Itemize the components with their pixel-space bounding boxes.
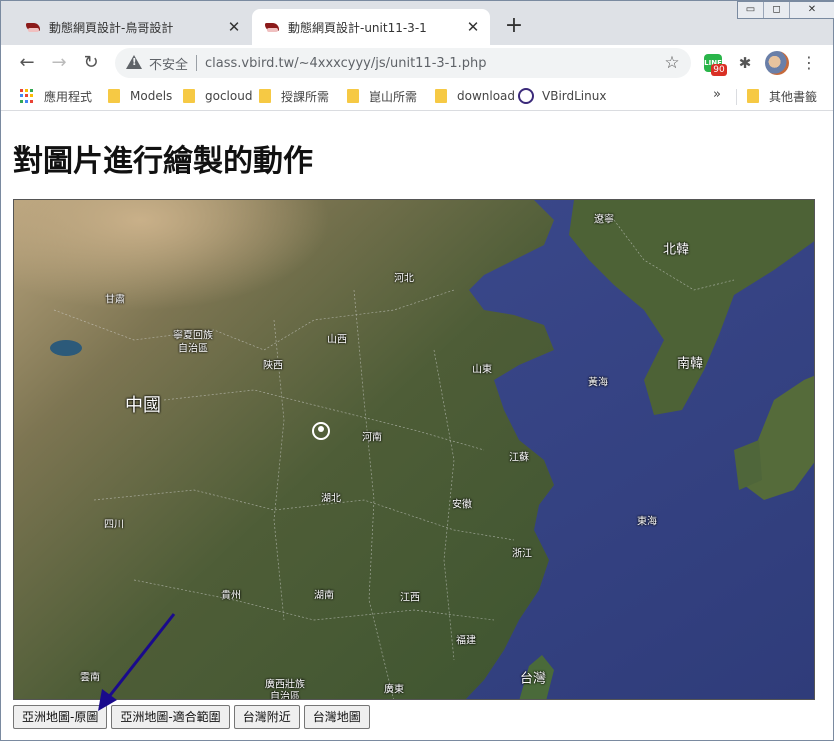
map-label-china: 中國 bbox=[125, 395, 161, 416]
map-label-hubei: 湖北 bbox=[321, 493, 341, 505]
map-label-shandong: 山東 bbox=[472, 364, 492, 376]
browser-toolbar: ← → ↻ 不安全 class.vbird.tw/~4xxxcyyy/js/un… bbox=[1, 45, 833, 81]
bookmark-download[interactable]: download bbox=[435, 87, 515, 105]
tab-birdbro-design[interactable]: 動態網頁設計-鳥哥設計 ✕ bbox=[13, 9, 251, 45]
apps-icon bbox=[20, 89, 34, 103]
restore-icon[interactable]: ◻ bbox=[764, 2, 790, 18]
bookmark-gocloud[interactable]: gocloud bbox=[183, 87, 252, 105]
folder-icon bbox=[747, 89, 759, 103]
satellite-map-image bbox=[14, 200, 814, 699]
map-label-south-korea: 南韓 bbox=[676, 356, 704, 372]
url-text[interactable]: class.vbird.tw/~4xxxcyyy/js/unit11-3-1.p… bbox=[205, 56, 661, 71]
tab-unit11-3-1[interactable]: 動態網頁設計-unit11-3-1 ✕ bbox=[252, 9, 490, 45]
profile-avatar[interactable] bbox=[765, 51, 789, 75]
new-tab-button[interactable]: + bbox=[503, 15, 525, 37]
bookmark-vbirdlinux[interactable]: VBirdLinux bbox=[518, 87, 606, 105]
close-tab-icon[interactable]: ✕ bbox=[464, 18, 482, 36]
bookmarks-bar: 應用程式 Models gocloud 授課所需 崑山所需 download V… bbox=[1, 81, 833, 111]
forward-button[interactable]: → bbox=[49, 53, 69, 73]
bookmark-label: gocloud bbox=[205, 89, 253, 103]
map-label-east-sea: 東海 bbox=[637, 516, 657, 528]
map-label-hunan: 湖南 bbox=[314, 590, 334, 602]
bookmark-apps[interactable]: 應用程式 bbox=[20, 87, 92, 105]
bookmarks-divider bbox=[736, 89, 737, 105]
folder-icon bbox=[435, 89, 447, 103]
map-label-fujian: 福建 bbox=[456, 635, 476, 647]
map-label-shanxi: 山西 bbox=[327, 334, 347, 346]
bookmark-label: 應用程式 bbox=[44, 89, 93, 104]
map-label-jiangxi: 江西 bbox=[400, 592, 420, 604]
folder-icon bbox=[183, 89, 195, 103]
reload-button[interactable]: ↻ bbox=[81, 53, 101, 73]
bookmark-label: VBirdLinux bbox=[542, 89, 607, 103]
not-secure-warning-icon[interactable] bbox=[125, 55, 143, 71]
desert-region bbox=[14, 200, 434, 400]
map-label-hebei: 河北 bbox=[394, 273, 414, 285]
tab-title: 動態網頁設計-unit11-3-1 bbox=[288, 20, 427, 35]
folder-icon bbox=[259, 89, 271, 103]
bookmark-teaching[interactable]: 授課所需 bbox=[259, 87, 329, 105]
map-label-guangxi-line2: 自治區 bbox=[270, 691, 300, 700]
bookmark-other[interactable]: 其他書籤 bbox=[747, 87, 817, 105]
window-controls: ▭ ◻ ✕ bbox=[737, 1, 834, 19]
bookmark-label: 崑山所需 bbox=[369, 89, 418, 104]
map-label-henan: 河南 bbox=[362, 432, 382, 444]
qinghai-lake bbox=[50, 340, 82, 356]
map-label-north-korea: 北韓 bbox=[662, 242, 690, 258]
address-bar[interactable]: 不安全 class.vbird.tw/~4xxxcyyy/js/unit11-3… bbox=[115, 48, 691, 78]
address-divider bbox=[196, 55, 198, 71]
map-label-liaoning: 遼寧 bbox=[594, 214, 614, 226]
asia-map-fit-button[interactable]: 亞洲地圖-適合範圍 bbox=[111, 705, 230, 729]
asia-map-original-button[interactable]: 亞洲地圖-原圖 bbox=[13, 705, 108, 729]
more-bookmarks-icon[interactable]: » bbox=[713, 87, 721, 102]
near-taiwan-button[interactable]: 台灣附近 bbox=[233, 705, 300, 729]
map-button-row: 亞洲地圖-原圖 亞洲地圖-適合範圍 台灣附近 台灣地圖 bbox=[13, 705, 374, 729]
location-pin-icon[interactable] bbox=[312, 422, 330, 440]
back-button[interactable]: ← bbox=[17, 53, 37, 73]
map-label-jiangsu: 江蘇 bbox=[509, 452, 529, 464]
line-extension-badge: 90 bbox=[711, 64, 727, 76]
page-title: 對圖片進行繪製的動作 bbox=[13, 144, 313, 179]
folder-icon bbox=[347, 89, 359, 103]
folder-icon bbox=[108, 89, 120, 103]
bookmark-kunshan[interactable]: 崑山所需 bbox=[347, 87, 417, 105]
bookmark-star-icon[interactable]: ☆ bbox=[661, 53, 683, 73]
bookmark-models[interactable]: Models bbox=[108, 87, 172, 105]
close-tab-icon[interactable]: ✕ bbox=[225, 18, 243, 36]
map-label-taiwan: 台灣 bbox=[519, 671, 547, 687]
extensions-puzzle-icon[interactable]: ✱ bbox=[736, 54, 754, 72]
tab-title: 動態網頁設計-鳥哥設計 bbox=[49, 20, 174, 35]
vbird-icon bbox=[518, 88, 534, 104]
taiwan-map-button[interactable]: 台灣地圖 bbox=[303, 705, 370, 729]
minimize-icon[interactable]: ▭ bbox=[738, 2, 764, 18]
map-label-ningxia-line2: 自治區 bbox=[178, 343, 208, 355]
asia-map-canvas: 遼寧 北韓 河北 甘肅 寧夏回族 自治區 山西 陝西 山東 黃海 南韓 中國 河… bbox=[13, 199, 815, 700]
map-label-guizhou: 貴州 bbox=[221, 590, 241, 602]
bookmark-label: 授課所需 bbox=[281, 89, 330, 104]
map-label-sichuan: 四川 bbox=[104, 519, 124, 531]
close-window-icon[interactable]: ✕ bbox=[790, 2, 834, 18]
browser-window: 動態網頁設計-鳥哥設計 ✕ 動態網頁設計-unit11-3-1 ✕ + ▭ ◻ … bbox=[0, 0, 834, 741]
map-label-gansu: 甘肅 bbox=[105, 294, 125, 306]
bookmark-label: 其他書籤 bbox=[769, 89, 818, 104]
map-label-yellow-sea: 黃海 bbox=[588, 377, 608, 389]
vbird-favicon-icon bbox=[25, 19, 41, 35]
map-label-guangdong: 廣東 bbox=[384, 684, 404, 696]
bookmark-label: Models bbox=[130, 89, 173, 103]
browser-menu-icon[interactable]: ⋮ bbox=[801, 54, 817, 72]
map-label-anhui: 安徽 bbox=[452, 499, 472, 511]
not-secure-label[interactable]: 不安全 bbox=[149, 54, 188, 73]
bookmark-label: download bbox=[457, 89, 516, 103]
vbird-favicon-icon bbox=[264, 19, 280, 35]
map-label-zhejiang: 浙江 bbox=[512, 548, 532, 560]
tab-strip: 動態網頁設計-鳥哥設計 ✕ 動態網頁設計-unit11-3-1 ✕ + ▭ ◻ … bbox=[1, 1, 834, 45]
map-label-shaanxi: 陝西 bbox=[263, 360, 283, 372]
map-label-yunnan: 雲南 bbox=[80, 672, 100, 684]
